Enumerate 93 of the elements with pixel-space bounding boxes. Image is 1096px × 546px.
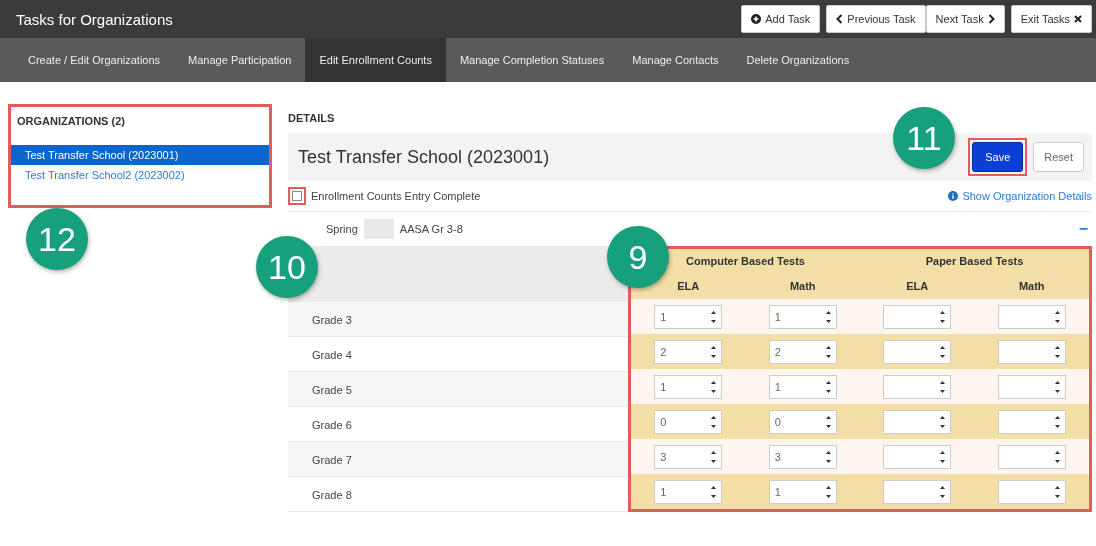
spinner-arrows-icon	[711, 415, 717, 428]
spinner-arrows-icon	[940, 450, 946, 463]
spinner-arrows-icon	[1054, 310, 1060, 323]
grade-label: Grade 5	[312, 384, 352, 396]
number-field[interactable]	[997, 409, 1066, 434]
spinner-arrows-icon	[825, 380, 831, 393]
number-field[interactable]: 3	[654, 444, 723, 469]
exit-tasks-button[interactable]: Exit Tasks	[1010, 5, 1092, 33]
number-field[interactable]	[997, 304, 1066, 329]
tab[interactable]: Manage Completion Statuses	[445, 38, 619, 82]
number-field[interactable]	[883, 444, 952, 469]
spinner-arrows-icon	[940, 380, 946, 393]
spinner-arrows-icon	[825, 450, 831, 463]
show-details-link[interactable]: Show Organization Details	[948, 190, 1092, 202]
number-field[interactable]: 3	[768, 444, 837, 469]
checkbox[interactable]	[292, 191, 302, 201]
tab[interactable]: Manage Contacts	[618, 38, 733, 82]
spinner-arrows-icon	[1054, 450, 1060, 463]
spinner-arrows-icon	[825, 485, 831, 498]
grade-label: Grade 7	[312, 454, 352, 466]
spinner-arrows-icon	[940, 310, 946, 323]
callout-badge: 10	[256, 236, 318, 298]
callout-badge: 11	[893, 107, 955, 169]
column-group-header: Computer Based Tests	[685, 255, 806, 267]
panel-title: ORGANIZATIONS (2)	[16, 115, 126, 127]
number-field[interactable]: 0	[654, 409, 723, 434]
save-button[interactable]: Save	[972, 142, 1024, 172]
spinner-arrows-icon	[711, 345, 717, 358]
number-field[interactable]: 1	[654, 374, 723, 399]
checkbox-label: Enrollment Counts Entry Complete	[311, 190, 482, 202]
organization-item[interactable]: Test Transfer School2 (2023002)	[11, 165, 269, 185]
plus-circle-icon	[751, 14, 762, 24]
tab[interactable]: Manage Participation	[174, 38, 306, 82]
organization-name: Test Transfer School (2023001)	[298, 146, 550, 168]
number-field[interactable]: 1	[654, 479, 723, 504]
number-field[interactable]	[883, 479, 952, 504]
spinner-arrows-icon	[940, 485, 946, 498]
spinner-arrows-icon	[1054, 485, 1060, 498]
callout-badge: 12	[26, 208, 88, 270]
number-field[interactable]	[883, 304, 952, 329]
column-header: Math	[788, 280, 817, 292]
spinner-arrows-icon	[940, 415, 946, 428]
section-label: Spring	[326, 223, 358, 235]
spinner-arrows-icon	[1054, 415, 1060, 428]
spinner-arrows-icon	[825, 415, 831, 428]
section-title: DETAILS	[288, 112, 336, 124]
callout-badge: 9	[607, 226, 669, 288]
spinner-arrows-icon	[1054, 380, 1060, 393]
number-field[interactable]: 1	[768, 479, 837, 504]
spinner-arrows-icon	[940, 345, 946, 358]
grade-label: Grade 8	[312, 489, 352, 501]
section-label: AASA Gr 3-8	[399, 223, 464, 235]
reset-button[interactable]: Reset	[1033, 142, 1084, 172]
add-task-button[interactable]: Add Task	[741, 5, 821, 33]
chevron-right-icon	[987, 14, 995, 24]
grade-label: Grade 6	[312, 419, 352, 431]
column-header: Math	[1017, 280, 1046, 292]
column-header: ELA	[676, 280, 701, 292]
chevron-left-icon	[836, 14, 844, 24]
info-icon	[948, 191, 959, 201]
number-field[interactable]: 2	[654, 339, 723, 364]
number-field[interactable]	[997, 374, 1066, 399]
spinner-arrows-icon	[711, 450, 717, 463]
close-icon	[1074, 15, 1082, 23]
column-header: ELA	[905, 280, 930, 292]
number-field[interactable]	[997, 479, 1066, 504]
spinner-arrows-icon	[825, 310, 831, 323]
column-group-header: Paper Based Tests	[924, 255, 1025, 267]
number-field[interactable]: 1	[768, 304, 837, 329]
spinner-arrows-icon	[711, 380, 717, 393]
grade-label: Grade 3	[312, 314, 352, 326]
spinner-arrows-icon	[1054, 345, 1060, 358]
number-field[interactable]	[997, 339, 1066, 364]
grade-label: Grade 4	[312, 349, 352, 361]
tab[interactable]: Create / Edit Organizations	[14, 38, 175, 82]
organization-item[interactable]: Test Transfer School (2023001)	[11, 145, 269, 165]
next-task-button[interactable]: Next Task	[925, 5, 1005, 33]
spinner-arrows-icon	[825, 345, 831, 358]
number-field[interactable]: 1	[768, 374, 837, 399]
tab[interactable]: Edit Enrollment Counts	[305, 38, 446, 82]
number-field[interactable]	[883, 374, 952, 399]
spinner-arrows-icon	[711, 310, 717, 323]
number-field[interactable]: 1	[654, 304, 723, 329]
collapse-button[interactable]: −	[1074, 220, 1092, 238]
number-field[interactable]: 0	[768, 409, 837, 434]
number-field[interactable]: 2	[768, 339, 837, 364]
number-field[interactable]	[883, 409, 952, 434]
number-field[interactable]	[883, 339, 952, 364]
window-title: Tasks for Organizations	[16, 10, 173, 28]
previous-task-button[interactable]: Previous Task	[826, 5, 926, 33]
spinner-arrows-icon	[711, 485, 717, 498]
tab[interactable]: Delete Organizations	[732, 38, 864, 82]
number-field[interactable]	[997, 444, 1066, 469]
